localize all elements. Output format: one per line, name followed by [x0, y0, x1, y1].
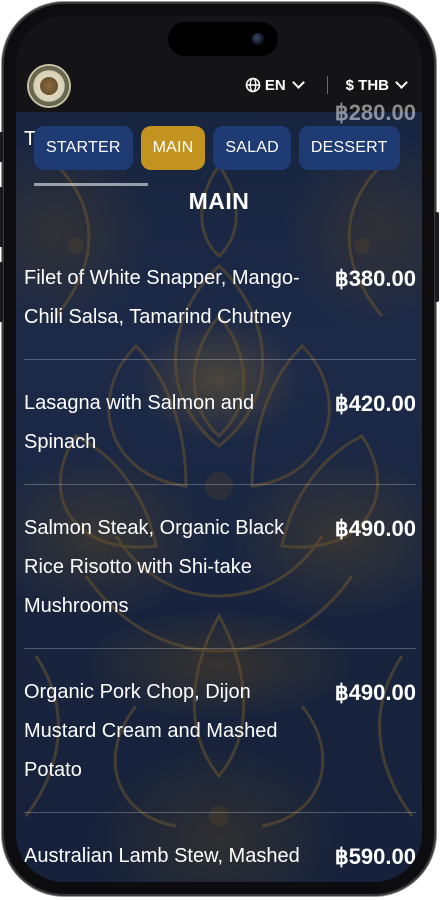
phone-power-button — [435, 212, 439, 302]
currency-label: $ THB — [345, 76, 389, 94]
menu-item[interactable]: Australian Lamb Stew, Mashed Potato ฿590… — [24, 837, 416, 882]
menu-item-divider — [24, 359, 416, 360]
top-bar: EN $ THB — [16, 16, 422, 112]
category-tabs: STARTER MAIN SALAD DESSERT — [34, 126, 400, 170]
dynamic-island — [168, 22, 278, 56]
restaurant-logo[interactable] — [29, 66, 69, 106]
selector-divider — [326, 76, 328, 94]
logo-emblem-icon — [40, 77, 58, 95]
tab-starter[interactable]: STARTER — [34, 126, 133, 170]
tab-scroll-indicator — [34, 183, 148, 186]
currency-selector[interactable]: $ THB — [345, 76, 408, 94]
menu-item-name: Salmon Steak, Organic Black Rice Risotto… — [24, 517, 285, 617]
menu-item-divider — [24, 648, 416, 649]
menu-item-divider — [24, 484, 416, 485]
phone-volume-down — [0, 262, 3, 322]
screen: EN $ THB ฿280.00 T STARTER MAIN SALAD DE… — [16, 16, 422, 882]
language-selector[interactable]: EN — [245, 76, 305, 94]
language-label: EN — [264, 76, 286, 94]
chevron-down-icon — [395, 76, 408, 89]
menu-item-name: Organic Pork Chop, Dijon Mustard Cream a… — [24, 681, 278, 781]
scrolled-price-peek: ฿280.00 — [334, 100, 416, 125]
globe-icon — [245, 77, 261, 93]
menu-item-name: Lasagna with Salmon and Spinach — [24, 392, 255, 453]
menu-item[interactable]: Salmon Steak, Organic Black Rice Risotto… — [24, 509, 416, 626]
menu-item[interactable]: Lasagna with Salmon and Spinach ฿420.00 — [24, 384, 416, 462]
phone-side-button — [0, 132, 3, 162]
menu-item-divider — [24, 812, 416, 813]
menu-item-price: ฿380.00 — [334, 266, 416, 291]
section-title: MAIN — [188, 188, 250, 214]
top-bar-controls: EN $ THB — [245, 72, 408, 98]
tab-salad[interactable]: SALAD — [213, 126, 291, 170]
menu-item[interactable]: Filet of White Snapper, Mango-Chili Sals… — [24, 259, 416, 337]
chevron-down-icon — [291, 76, 305, 89]
tab-main[interactable]: MAIN — [140, 126, 206, 170]
menu-item[interactable]: Organic Pork Chop, Dijon Mustard Cream a… — [24, 673, 416, 790]
menu-item-price: ฿420.00 — [334, 391, 416, 416]
menu-item-price: ฿590.00 — [334, 844, 416, 869]
menu-item-price: ฿490.00 — [334, 680, 416, 705]
menu-item-price: ฿490.00 — [334, 516, 416, 541]
menu-item-name: Filet of White Snapper, Mango-Chili Sals… — [24, 267, 300, 328]
phone-frame: EN $ THB ฿280.00 T STARTER MAIN SALAD DE… — [0, 2, 439, 896]
phone-volume-up — [0, 187, 3, 247]
menu-list: Filet of White Snapper, Mango-Chili Sals… — [24, 259, 416, 882]
tab-dessert[interactable]: DESSERT — [298, 126, 400, 170]
menu-item-name: Australian Lamb Stew, Mashed Potato — [24, 845, 300, 867]
camera-icon — [252, 33, 264, 45]
